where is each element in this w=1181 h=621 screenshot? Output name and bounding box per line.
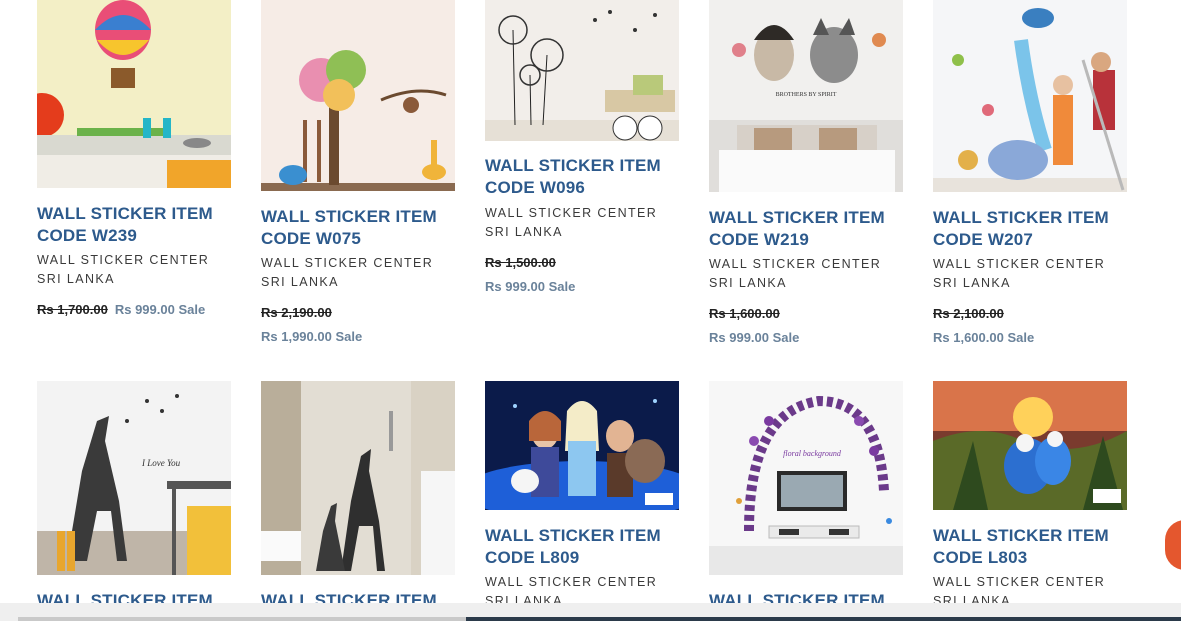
product-price: Rs 1,500.00 Rs 999.00 Sale bbox=[485, 251, 679, 299]
product-image[interactable] bbox=[261, 381, 455, 575]
sale-price: Rs 999.00 bbox=[114, 302, 175, 317]
product-image[interactable] bbox=[933, 0, 1127, 192]
product-image[interactable] bbox=[485, 0, 679, 141]
sale-price: Rs 999.00 bbox=[709, 330, 769, 345]
sale-price: Rs 999.00 bbox=[485, 279, 545, 294]
product-price: Rs 1,600.00 Rs 999.00 Sale bbox=[709, 302, 903, 350]
product-vendor: WALL STICKER CENTER SRI LANKA bbox=[261, 256, 434, 289]
image-caption: I Love You bbox=[141, 458, 181, 468]
image-caption: BROTHERS BY SPIRIT bbox=[776, 92, 837, 98]
product-title[interactable]: WALL STICKER ITEM CODE L803 bbox=[933, 525, 1127, 569]
product-title[interactable]: WALL STICKER ITEM CODE W075 bbox=[261, 206, 455, 250]
original-price: Rs 1,500.00 bbox=[485, 255, 556, 270]
original-price: Rs 1,700.00 bbox=[37, 302, 108, 317]
product-price: Rs 2,100.00 Rs 1,600.00 Sale bbox=[933, 302, 1127, 350]
product-title[interactable]: WALL STICKER ITEM CODE L809 bbox=[485, 525, 679, 569]
sale-label: Sale bbox=[178, 302, 206, 317]
scrollbar-thumb[interactable] bbox=[466, 617, 1181, 621]
product-image[interactable]: I Love You bbox=[37, 381, 231, 575]
sale-label: Sale bbox=[1007, 330, 1035, 345]
product-image[interactable] bbox=[261, 0, 455, 191]
product-vendor: WALL STICKER CENTER SRI LANKA bbox=[37, 253, 210, 286]
product-vendor: WALL STICKER CENTER SRI LANKA bbox=[485, 206, 658, 239]
product-title[interactable]: WALL STICKER ITEM CODE W239 bbox=[37, 203, 231, 247]
product-title[interactable]: WALL STICKER ITEM CODE W207 bbox=[933, 207, 1127, 251]
product-image[interactable] bbox=[485, 381, 679, 510]
sale-label: Sale bbox=[548, 279, 576, 294]
product-price: Rs 2,190.00 Rs 1,990.00 Sale bbox=[261, 301, 455, 349]
product-vendor: WALL STICKER CENTER SRI LANKA bbox=[933, 257, 1106, 290]
product-vendor: WALL STICKER CENTER SRI LANKA bbox=[709, 257, 882, 290]
product-title[interactable]: WALL STICKER ITEM CODE W096 bbox=[485, 155, 679, 199]
sale-price: Rs 1,600.00 bbox=[933, 330, 1004, 345]
original-price: Rs 2,190.00 bbox=[261, 305, 332, 320]
product-price: Rs 1,700.00 Rs 999.00 Sale bbox=[37, 298, 231, 322]
product-title[interactable]: WALL STICKER ITEM CODE W219 bbox=[709, 207, 903, 251]
scrollbar-track[interactable] bbox=[18, 617, 466, 621]
sale-label: Sale bbox=[772, 330, 800, 345]
original-price: Rs 2,100.00 bbox=[933, 306, 1004, 321]
product-image[interactable]: floral background bbox=[709, 381, 903, 575]
image-caption: floral background bbox=[783, 449, 842, 458]
original-price: Rs 1,600.00 bbox=[709, 306, 780, 321]
product-image[interactable] bbox=[37, 0, 231, 188]
chat-button[interactable] bbox=[1165, 520, 1181, 570]
product-image[interactable] bbox=[933, 381, 1127, 510]
product-image[interactable]: BROTHERS BY SPIRIT bbox=[709, 0, 903, 192]
sale-label: Sale bbox=[335, 329, 363, 344]
sale-price: Rs 1,990.00 bbox=[261, 329, 332, 344]
